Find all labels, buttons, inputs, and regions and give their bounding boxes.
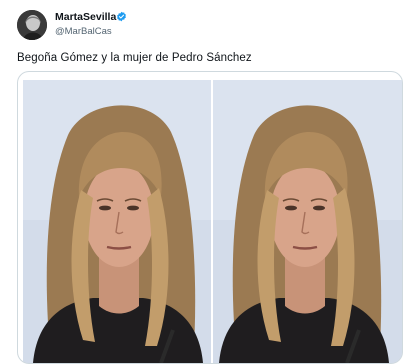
portrait-photo [23,80,212,363]
media-image-2[interactable] [213,80,402,363]
tweet-text: Begoña Gómez y la mujer de Pedro Sánchez [17,52,252,64]
tweet-card: MartaSevilla @MarBalCas Begoña Gómez y l… [0,0,419,364]
avatar[interactable] [17,10,47,40]
media-grid[interactable] [17,71,403,364]
media-image-1[interactable] [23,80,212,363]
author-name[interactable]: MartaSevilla [55,11,116,23]
verified-badge-icon [117,11,126,22]
author-handle[interactable]: @MarBalCas [55,26,112,37]
portrait-photo [213,80,402,363]
avatar-image [17,10,47,40]
